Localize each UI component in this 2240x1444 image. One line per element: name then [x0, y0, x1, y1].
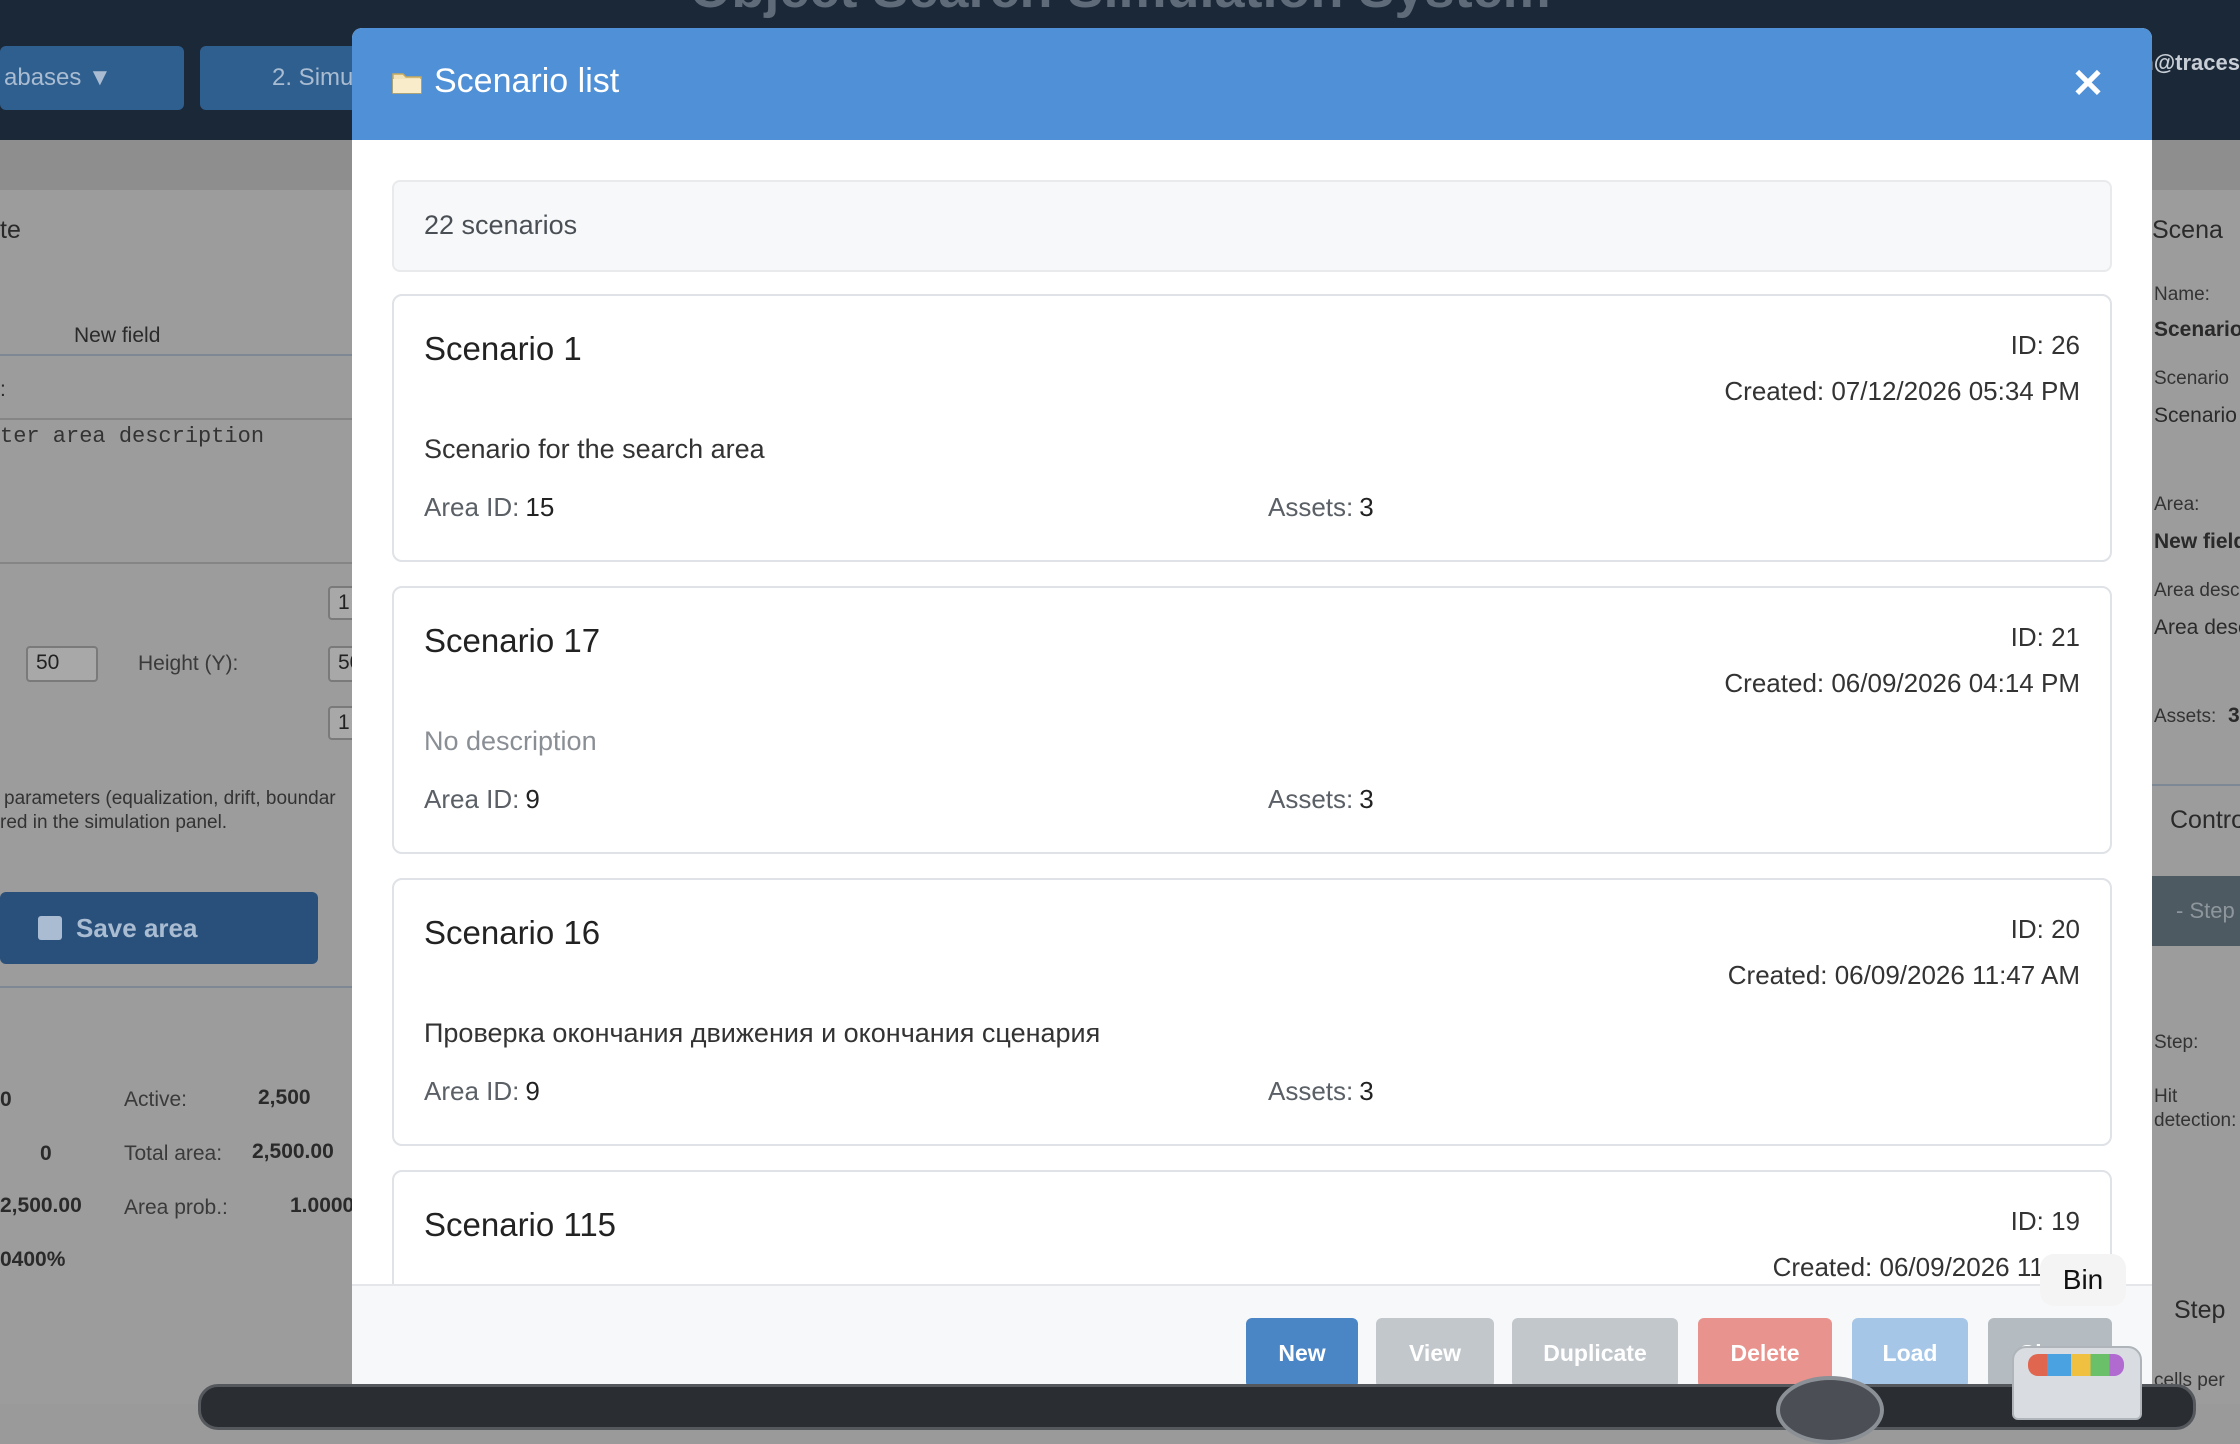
scenario-assets: Assets: 3: [1268, 492, 1374, 523]
assets-value: 3: [1359, 784, 1374, 814]
total-area-label: Total area:: [124, 1142, 223, 1165]
scenario-name: Scenario 17: [424, 622, 601, 659]
scenario-name: Scenario 1: [424, 330, 582, 367]
params-note-line1: parameters (equalization, drift, boundar: [4, 788, 336, 809]
nav-simulation-tab[interactable]: 2. Simu: [200, 46, 360, 110]
area-id-label: Area ID:: [424, 1076, 520, 1106]
duplicate-button[interactable]: Duplicate: [1512, 1318, 1678, 1388]
modal-body[interactable]: 22 scenarios Scenario 1 ID: 26 Created: …: [352, 140, 2152, 1284]
scenario-assets: Assets: 3: [1268, 784, 1374, 815]
close-icon[interactable]: ✕: [2068, 64, 2108, 104]
scenario-id: ID: 20: [2010, 914, 2080, 944]
scenario-area-id: Area ID: 15: [424, 492, 554, 523]
total-area-value: 2,500.00: [252, 1140, 334, 1163]
save-area-button[interactable]: Save area: [0, 892, 318, 964]
area-id-value: 9: [525, 1076, 540, 1106]
active-label: Active:: [124, 1088, 188, 1111]
hit-label: Hit: [2154, 1086, 2178, 1107]
scenario-created: Created: 06/09/2026 11:38: [1772, 1252, 2080, 1282]
scenario-count-box: 22 scenarios: [392, 180, 2112, 272]
step-button-label: - Step: [2176, 898, 2235, 923]
scenario-card[interactable]: Scenario 1 ID: 26 Created: 07/12/2026 05…: [392, 294, 2112, 562]
scenario-info-panel: Scena Name: Scenario Scenario Scenario f…: [2152, 190, 2240, 1404]
load-button[interactable]: Load: [1852, 1318, 1968, 1388]
stat-row3-left: 2,500.00: [0, 1194, 82, 1217]
active-value: 2,500: [258, 1086, 311, 1109]
area-name-field[interactable]: New field: [74, 324, 160, 348]
nav-databases-tab[interactable]: abases ▼: [0, 46, 184, 110]
assets-label: Assets:: [2154, 706, 2217, 727]
scenario-card[interactable]: Scenario 17 ID: 21 Created: 06/09/2026 0…: [392, 586, 2112, 854]
folder-icon: [392, 73, 422, 94]
area-desc-label: Area desc: [2154, 580, 2240, 601]
new-button[interactable]: New: [1246, 1318, 1358, 1388]
assets-label: Assets:: [1268, 1076, 1354, 1106]
stat-row1-left: 0: [0, 1088, 12, 1111]
save-icon: [38, 916, 62, 940]
scenario-created: Created: 06/09/2026 11:47 AM: [1727, 960, 2080, 990]
height-label: Height (Y):: [138, 652, 239, 675]
scenario-panel-title: Scena: [2152, 216, 2223, 244]
name-value: Scenario: [2154, 318, 2240, 341]
assets-value: 3: [2228, 704, 2240, 727]
view-button[interactable]: View: [1376, 1318, 1494, 1388]
scenario-id: ID: 26: [2010, 330, 2080, 360]
assets-label: Assets:: [1268, 784, 1354, 814]
scenario-id: ID: 19: [2010, 1206, 2080, 1236]
os-dock: [198, 1384, 2196, 1430]
scenario-description: No description: [424, 726, 597, 756]
scenario-name: Scenario 16: [424, 914, 601, 951]
scenario-count: 22 scenarios: [424, 210, 578, 240]
stat-row4-left: 0400%: [0, 1248, 66, 1271]
bin-tooltip: Bin: [2040, 1254, 2126, 1306]
area-id-label: Area ID:: [424, 492, 520, 522]
assets-value: 3: [1359, 1076, 1374, 1106]
area-description-input[interactable]: ter area description: [0, 424, 264, 449]
trash-bin-icon[interactable]: [2012, 1346, 2142, 1420]
settings-gear-icon[interactable]: [1776, 1376, 1884, 1444]
scenario-description: Scenario for the search area: [424, 434, 765, 464]
area-id-value: 9: [525, 784, 540, 814]
scenario-id: ID: 21: [2010, 622, 2080, 652]
modal-title: Scenario list: [434, 62, 620, 100]
assets-label: Assets:: [1268, 492, 1354, 522]
save-area-label: Save area: [76, 913, 198, 943]
scenario-card[interactable]: Scenario 115 ID: 19 Created: 06/09/2026 …: [392, 1170, 2112, 1284]
scenario-name: Scenario 115: [424, 1206, 617, 1243]
area-id-value: 15: [525, 492, 555, 522]
area-editor-panel: te New field : ter area description 1 50…: [0, 190, 361, 1404]
controls-title: Contro: [2170, 806, 2240, 834]
area-value: New field: [2154, 530, 2240, 553]
description-label: :: [0, 378, 6, 401]
step-button[interactable]: - Step: [2152, 876, 2240, 946]
assets-value: 3: [1359, 492, 1374, 522]
area-panel-title: te: [0, 216, 21, 244]
detection-label: detection:: [2154, 1110, 2237, 1131]
scenario-card[interactable]: Scenario 16 ID: 20 Created: 06/09/2026 1…: [392, 878, 2112, 1146]
scenario-created: Created: 06/09/2026 04:14 PM: [1724, 668, 2080, 698]
scenario-area-id: Area ID: 9: [424, 1076, 540, 1107]
scenario-value: Scenario f: [2154, 404, 2240, 427]
stat-row2-left: 0: [40, 1142, 52, 1165]
user-email: n@traces: [2140, 50, 2240, 75]
app-title: Object Search Simulation System: [0, 0, 2240, 20]
area-prob-label: Area prob.:: [124, 1196, 228, 1219]
name-label: Name:: [2154, 284, 2210, 305]
scenario-area-id: Area ID: 9: [424, 784, 540, 815]
area-id-label: Area ID:: [424, 784, 520, 814]
area-label: Area:: [2154, 494, 2200, 515]
scenario-list-modal: Scenario list ✕ 22 scenarios Scenario 1 …: [352, 28, 2152, 1404]
area-desc-value: Area desc: [2154, 616, 2240, 639]
step-label: Step:: [2154, 1032, 2199, 1053]
width-input[interactable]: 50: [26, 646, 98, 682]
scenario-created: Created: 07/12/2026 05:34 PM: [1724, 376, 2080, 406]
step-section-title: Step: [2174, 1296, 2226, 1324]
modal-header: Scenario list ✕: [352, 28, 2152, 140]
scenario-description: Проверка окончания движения и окончания …: [424, 1018, 1101, 1048]
area-prob-value: 1.0000: [290, 1194, 355, 1217]
params-note-line2: red in the simulation panel.: [0, 812, 228, 833]
scenario-label: Scenario: [2154, 368, 2229, 389]
scenario-assets: Assets: 3: [1268, 1076, 1374, 1107]
